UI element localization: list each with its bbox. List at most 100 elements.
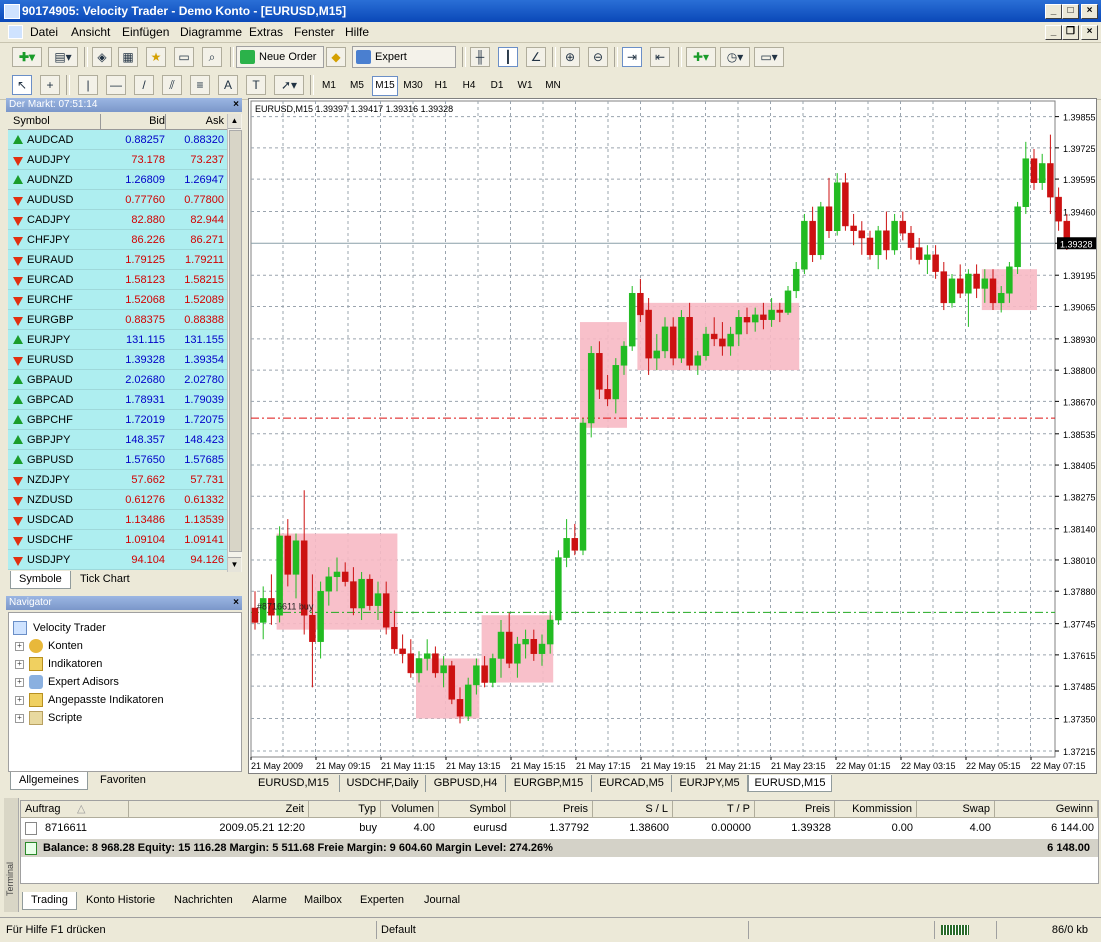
- candle-body[interactable]: [874, 230, 882, 256]
- candle-body[interactable]: [932, 254, 939, 272]
- candle-body[interactable]: [760, 314, 767, 320]
- plot-area[interactable]: [250, 100, 1056, 758]
- expand-icon[interactable]: +: [15, 642, 24, 651]
- col-volumen[interactable]: Volumen: [381, 801, 439, 818]
- candle-body[interactable]: [604, 389, 611, 400]
- menu-ansicht[interactable]: Ansicht: [71, 25, 110, 39]
- candle-body[interactable]: [661, 326, 669, 352]
- horizontal-line-icon[interactable]: —: [106, 75, 126, 95]
- zoom-in-icon[interactable]: ⊕: [560, 47, 580, 67]
- channel-icon[interactable]: ⫽: [162, 75, 182, 95]
- tf-h4[interactable]: H4: [456, 76, 482, 96]
- list-item[interactable]: EURGBP 0.88375 0.88388: [8, 310, 227, 330]
- candle-body[interactable]: [391, 626, 398, 650]
- candle-body[interactable]: [333, 571, 341, 578]
- tf-m1[interactable]: M1: [316, 76, 342, 96]
- list-item[interactable]: CHFJPY 86.226 86.271: [8, 230, 227, 250]
- candle-body[interactable]: [989, 278, 997, 304]
- candle-body[interactable]: [1014, 206, 1021, 268]
- tf-m15[interactable]: M15: [372, 76, 398, 96]
- chart-tab-eurcad-m5[interactable]: EURCAD,M5: [592, 775, 672, 792]
- scroll-down-icon[interactable]: ▼: [228, 557, 241, 572]
- expand-icon[interactable]: +: [15, 678, 24, 687]
- candle-body[interactable]: [842, 182, 849, 227]
- candle-body[interactable]: [505, 631, 513, 664]
- expert-advisors-button[interactable]: Expert Advisors: [352, 46, 456, 83]
- candle-body[interactable]: [956, 278, 964, 294]
- chart-tab-usdchf-daily[interactable]: USDCHF,Daily: [340, 775, 426, 792]
- candle-body[interactable]: [743, 317, 751, 323]
- expand-icon[interactable]: +: [15, 696, 24, 705]
- scroll-thumb[interactable]: [229, 130, 242, 552]
- tab-symbole[interactable]: Symbole: [10, 571, 71, 589]
- list-item[interactable]: EURCAD 1.58123 1.58215: [8, 270, 227, 290]
- candle-body[interactable]: [669, 326, 677, 359]
- list-item[interactable]: USDCHF 1.09104 1.09141: [8, 530, 227, 550]
- candle-body[interactable]: [792, 268, 800, 292]
- candle-body[interactable]: [309, 614, 316, 642]
- candle-body[interactable]: [456, 699, 464, 717]
- candle-body[interactable]: [284, 535, 292, 575]
- new-chart-icon[interactable]: ✚▾: [12, 47, 42, 67]
- arrows-icon[interactable]: ➚▾: [274, 75, 304, 95]
- candle-body[interactable]: [596, 353, 603, 390]
- list-item[interactable]: AUDCAD 0.88257 0.88320: [8, 130, 227, 150]
- candle-body[interactable]: [899, 220, 907, 234]
- tf-m5[interactable]: M5: [344, 76, 370, 96]
- strategy-tester-icon[interactable]: ⌕: [202, 47, 222, 67]
- col-ask[interactable]: Ask: [206, 114, 224, 129]
- candle-body[interactable]: [850, 225, 857, 232]
- candle-body[interactable]: [965, 273, 972, 294]
- candle-body[interactable]: [653, 350, 661, 359]
- candle-body[interactable]: [464, 684, 472, 717]
- child-restore-button[interactable]: ❐: [1062, 25, 1079, 40]
- list-item[interactable]: NZDJPY 57.662 57.731: [8, 470, 227, 490]
- terminal-icon[interactable]: ▭: [174, 47, 194, 67]
- candle-body[interactable]: [866, 237, 874, 256]
- candle-body[interactable]: [686, 317, 693, 366]
- col-auftrag[interactable]: Auftrag △: [21, 801, 129, 818]
- candle-body[interactable]: [612, 365, 620, 400]
- child-close-button[interactable]: ×: [1081, 25, 1098, 40]
- expand-icon[interactable]: +: [15, 660, 24, 669]
- candle-body[interactable]: [1038, 163, 1046, 183]
- tab-tick-chart[interactable]: Tick Chart: [72, 571, 138, 588]
- candle-body[interactable]: [407, 653, 415, 674]
- candle-body[interactable]: [292, 540, 300, 575]
- candle-body[interactable]: [341, 571, 349, 582]
- candle-body[interactable]: [620, 345, 628, 366]
- candle-body[interactable]: [399, 648, 406, 654]
- autoscroll-icon[interactable]: ⇥: [622, 47, 642, 67]
- col-preis[interactable]: Preis: [511, 801, 593, 818]
- candle-body[interactable]: [440, 665, 447, 674]
- periods-icon[interactable]: ◷▾: [720, 47, 750, 67]
- tab-journal[interactable]: Journal: [416, 892, 468, 909]
- list-item[interactable]: USDCAD 1.13486 1.13539: [8, 510, 227, 530]
- candle-body[interactable]: [325, 576, 333, 592]
- candle-body[interactable]: [645, 309, 652, 359]
- list-item[interactable]: NZDUSD 0.61276 0.61332: [8, 490, 227, 510]
- list-item[interactable]: EURUSD 1.39328 1.39354: [8, 350, 227, 370]
- chart-window[interactable]: 1.39855 1.39725 1.39595 1.39460 1.39328 1.391…: [248, 98, 1097, 774]
- tf-d1[interactable]: D1: [484, 76, 510, 96]
- col-symbol[interactable]: Symbol: [439, 801, 511, 818]
- tf-mn[interactable]: MN: [540, 76, 566, 96]
- list-item[interactable]: GBPAUD 2.02680 2.02780: [8, 370, 227, 390]
- candle-body[interactable]: [907, 232, 915, 248]
- candle-body[interactable]: [497, 631, 505, 659]
- close-icon[interactable]: ×: [233, 98, 239, 112]
- col-bid[interactable]: Bid: [149, 114, 165, 129]
- list-item[interactable]: GBPCAD 1.78931 1.79039: [8, 390, 227, 410]
- candlestick-icon[interactable]: ┃: [498, 47, 518, 67]
- maximize-button[interactable]: □: [1062, 4, 1079, 19]
- candle-body[interactable]: [710, 333, 718, 340]
- candle-body[interactable]: [555, 557, 562, 621]
- candle-body[interactable]: [366, 578, 374, 606]
- candle-body[interactable]: [825, 206, 833, 232]
- market-watch-icon[interactable]: ◈: [92, 47, 112, 67]
- candle-body[interactable]: [817, 206, 825, 256]
- list-item[interactable]: GBPJPY 148.357 148.423: [8, 430, 227, 450]
- close-icon[interactable]: ×: [233, 596, 239, 610]
- list-item[interactable]: AUDNZD 1.26809 1.26947: [8, 170, 227, 190]
- candle-body[interactable]: [981, 278, 989, 289]
